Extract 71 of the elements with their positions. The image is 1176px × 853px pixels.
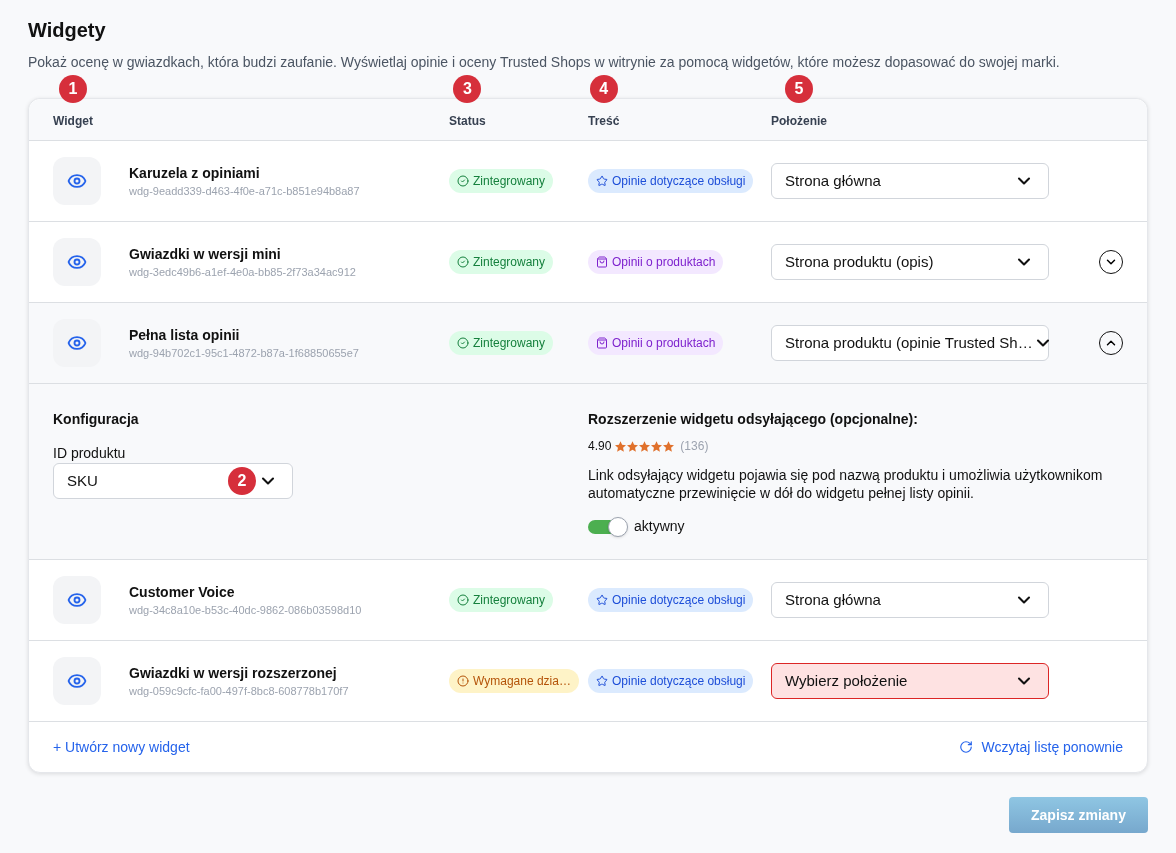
review-count: (136) (680, 438, 709, 455)
eye-icon (67, 333, 87, 353)
widget-name: Pełna lista opinii (129, 326, 241, 345)
content-label: Opinii o produktach (612, 253, 716, 271)
check-circle-icon (457, 255, 469, 268)
content-label: Opinie dotyczące obsługi (612, 172, 746, 190)
create-widget-link[interactable]: + Utwórz nowy widget (53, 736, 190, 758)
preview-tile[interactable] (53, 319, 101, 367)
widget-name: Gwiazdki w wersji rozszerzonej (129, 664, 338, 683)
star-icon (639, 440, 651, 452)
reload-list-link[interactable]: Wczytaj listę ponownie (959, 736, 1123, 758)
widget-id: wdg-059c9cfc-fa00-497f-8bc8-608778b170f7 (129, 684, 349, 699)
number-badge: 4 (589, 74, 618, 103)
status-label: Zintegrowany (473, 334, 546, 352)
eye-icon (67, 590, 87, 610)
section-title: Konfiguracja (53, 410, 140, 429)
check-circle-icon (457, 593, 469, 606)
column-header: Treść (588, 113, 620, 128)
rating-value: 4.90 (588, 438, 612, 455)
star-icon (651, 440, 663, 452)
refresh-icon (959, 740, 974, 754)
star-outline-icon (596, 593, 608, 606)
content-label: Opinie dotyczące obsługi (612, 672, 746, 690)
eye-icon (67, 171, 87, 191)
star-icon (663, 440, 675, 452)
field-label: ID produktu (53, 444, 127, 463)
toggle-switch[interactable] (588, 516, 628, 537)
shopping-bag-icon (596, 336, 608, 349)
widget-id: wdg-9eadd339-d463-4f0e-a71c-b851e94b8a87 (129, 184, 360, 199)
widget-id: wdg-3edc49b6-a1ef-4e0a-bb85-2f73a34ac912 (129, 265, 356, 280)
widget-name: Customer Voice (129, 583, 236, 602)
check-circle-icon (457, 336, 469, 349)
star-icon (627, 440, 639, 452)
content-label: Opinie dotyczące obsługi (612, 591, 746, 609)
number-badge: 5 (785, 74, 813, 103)
status-label: Wymagane dzia… (473, 672, 571, 690)
shopping-bag-icon (596, 255, 608, 268)
page-title: Widgety (28, 18, 107, 43)
toggle-label: aktywny (634, 517, 685, 536)
section-title: Rozszerzenie widgetu odsyłającego (opcjonalne): (588, 410, 919, 429)
status-label: Zintegrowany (473, 172, 546, 190)
column-header: Status (449, 113, 486, 128)
placement-select[interactable]: Strona główna (771, 163, 1049, 199)
check-circle-icon (457, 174, 469, 187)
placement-select[interactable]: Strona główna (771, 582, 1049, 618)
star-outline-icon (596, 174, 608, 187)
column-header: Położenie (771, 113, 827, 128)
page-description: Pokaż ocenę w gwiazdkach, która budzi zaufanie. Wyświetlaj opinie i oceny Trusted Shops w witrynie za pomocą widgetów, które możesz dopasować do swojej marki. (28, 53, 1061, 72)
widget-name: Karuzela z opiniami (129, 164, 261, 183)
eye-icon (67, 252, 87, 272)
number-badge: 3 (453, 74, 482, 103)
status-label: Zintegrowany (473, 591, 546, 609)
content-label: Opinii o produktach (612, 334, 716, 352)
number-badge: 1 (58, 74, 87, 103)
widget-name: Gwiazdki w wersji mini (129, 245, 282, 264)
preview-tile[interactable] (53, 238, 101, 286)
column-header: Widget (53, 113, 93, 128)
widget-id: wdg-34c8a10e-b53c-40dc-9862-086b03598d10 (129, 603, 362, 618)
widget-id: wdg-94b702c1-95c1-4872-b87a-1f68850655e7 (129, 346, 359, 361)
star-outline-icon (596, 674, 608, 687)
placement-select[interactable]: Strona produktu (opis) (771, 244, 1049, 280)
status-label: Zintegrowany (473, 253, 546, 271)
placement-select[interactable]: Wybierz położenie (771, 663, 1049, 699)
extension-description: Link odsyłający widgetu pojawia się pod nazwą produktu i umożliwia użytkownikom automatyczne przewinięcie w dół do widgetu pełnej listy opinii. (588, 466, 1104, 502)
preview-tile[interactable] (53, 576, 101, 624)
placement-select[interactable]: Strona produktu (opinie Trusted Sh… (771, 325, 1049, 361)
star-icon (615, 440, 627, 452)
eye-icon (67, 671, 87, 691)
preview-tile[interactable] (53, 657, 101, 705)
alert-circle-icon (457, 674, 469, 687)
preview-tile[interactable] (53, 157, 101, 205)
